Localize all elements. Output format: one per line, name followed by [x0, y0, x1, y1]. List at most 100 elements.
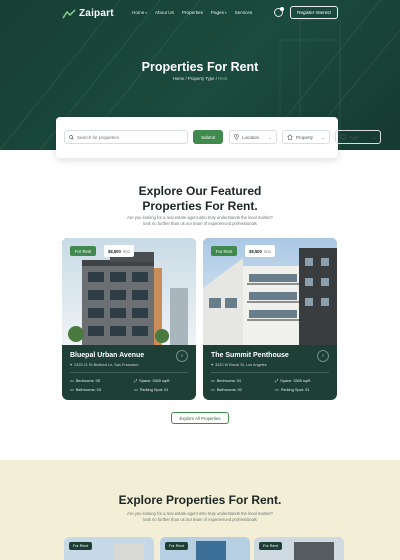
house-logo-icon	[62, 8, 76, 18]
property-card[interactable]: For Rent $8,500 /mo Bluepal Urban Avenue…	[62, 238, 196, 400]
status-badge: For Rent	[69, 542, 92, 550]
nav-label: About Us	[155, 10, 174, 15]
bathrooms-text: Bathrooms: 02	[216, 387, 242, 392]
price-badge: $8,500 /mo	[245, 245, 275, 257]
location-select[interactable]: Location ⌄	[229, 130, 277, 144]
property-name[interactable]: The Summit Penthouse	[211, 352, 289, 359]
chevron-down-icon: ⌄	[321, 134, 325, 140]
chevron-down-icon: ▾	[145, 10, 148, 15]
chevron-down-icon: ▾	[224, 10, 227, 15]
type-label: Type	[349, 134, 359, 140]
breadcrumb-separator: /	[215, 76, 217, 81]
register-interest-button[interactable]: Register Interest	[290, 6, 338, 19]
submit-button[interactable]: Submit	[193, 130, 223, 144]
type-select[interactable]: Type ⌄	[335, 130, 381, 144]
rent-desc-line2: look no further than us our team of expe…	[143, 517, 257, 522]
nav-label: Pages	[210, 10, 224, 15]
main-nav: Home ▾ About Us Properties Pages ▾ Service…	[132, 10, 252, 15]
rent-description: Are you looking for a real estate agent …	[0, 511, 400, 523]
area-icon: ⤢	[275, 378, 279, 383]
bathrooms-text: Bathrooms: 03	[75, 387, 101, 392]
page-title: Properties For Rent	[141, 60, 259, 74]
property-card[interactable]: For Rent $8,500 /mo The Summit Penthouse…	[203, 238, 337, 400]
explore-all-button[interactable]: Explore All Properties	[171, 412, 229, 424]
chevron-down-icon: ⌄	[372, 134, 376, 140]
property-name[interactable]: Bluepal Urban Avenue	[70, 352, 144, 359]
breadcrumb-home[interactable]: Home	[173, 76, 184, 81]
bedrooms-text: Bedrooms: 04	[216, 378, 241, 383]
featured-desc-line2: look no further than us our team of expe…	[143, 221, 257, 226]
chevron-down-icon: ⌄	[268, 134, 272, 140]
search-bar: Search for properties Submit Location ⌄ …	[56, 117, 381, 158]
price-badge: $8,500 /mo	[104, 245, 134, 257]
bath-icon: ▭	[70, 387, 74, 392]
property-address: ⌖ 3310 W Brook St, Los Angeles	[211, 363, 267, 367]
space-spec: ⤢ Space: 3300 sq/ft	[275, 378, 310, 383]
breadcrumb-property-type[interactable]: Property Type	[188, 76, 215, 81]
nav-item-services[interactable]: Services	[235, 10, 253, 15]
home-icon	[287, 134, 293, 140]
location-label: Location	[242, 134, 260, 140]
arrow-right-icon[interactable]: ›	[317, 350, 329, 362]
car-icon: ▭	[275, 387, 279, 392]
cart-badge	[280, 7, 284, 11]
property-card[interactable]: For Rent	[160, 537, 250, 560]
bath-icon: ▭	[211, 387, 215, 392]
price-value: $8,500	[249, 248, 262, 254]
nav-label: Properties	[181, 10, 203, 15]
nav-item-home[interactable]: Home ▾	[132, 10, 147, 15]
featured-heading: Explore Our Featured Properties For Rent…	[0, 184, 400, 214]
featured-description: Are you looking for a real estate agent …	[0, 215, 400, 227]
nav-label: Home	[132, 10, 145, 15]
parking-text: Parking Spot: 01	[280, 387, 310, 392]
nav-item-properties[interactable]: Properties	[182, 10, 203, 15]
nav-label: Services	[234, 10, 253, 15]
car-icon: ▭	[134, 387, 138, 392]
area-icon: ⤢	[134, 378, 138, 383]
status-badge: For Rent	[165, 542, 188, 550]
bedrooms-spec: ▭ Bedrooms: 05	[70, 378, 100, 383]
search-input[interactable]: Search for properties	[64, 130, 188, 144]
search-placeholder: Search for properties	[77, 134, 120, 140]
status-badge: For Rent	[211, 246, 238, 256]
space-spec: ⤢ Space: 3300 sq/ft	[134, 378, 169, 383]
nav-item-pages[interactable]: Pages ▾	[211, 10, 227, 15]
arrow-right-icon[interactable]: ›	[176, 350, 188, 362]
cart-icon[interactable]	[274, 7, 284, 17]
bedrooms-text: Bedrooms: 05	[75, 378, 100, 383]
price-period: /mo	[263, 248, 271, 254]
property-address: ⌖ 2325 21 St Bedford Ln, San Francisco	[70, 363, 139, 367]
bed-icon: ▭	[70, 378, 74, 383]
parking-text: Parking Spot: 01	[139, 387, 169, 392]
property-card[interactable]: For Rent	[64, 537, 154, 560]
price-period: /mo	[122, 248, 130, 254]
breadcrumb: Home / Property Type / Rent	[0, 76, 400, 81]
bathrooms-spec: ▭ Bathrooms: 02	[211, 387, 242, 392]
property-select[interactable]: Property ⌄	[282, 130, 330, 144]
price-value: $8,500	[108, 248, 121, 254]
parking-spec: ▭ Parking Spot: 01	[275, 387, 309, 392]
divider	[211, 372, 329, 373]
location-pin-icon	[234, 134, 239, 140]
logo[interactable]: Zaipart	[62, 8, 114, 19]
monitor-icon	[340, 134, 346, 140]
address-text: 3310 W Brook St, Los Angeles	[215, 363, 267, 367]
address-text: 2325 21 St Bedford Ln, San Francisco	[74, 363, 139, 367]
location-pin-icon: ⌖	[211, 363, 214, 367]
breadcrumb-current: Rent	[218, 76, 228, 81]
space-text: Space: 3300 sq/ft	[280, 378, 311, 383]
status-badge: For Rent	[259, 542, 282, 550]
space-text: Space: 3300 sq/ft	[139, 378, 170, 383]
status-badge: For Rent	[70, 246, 97, 256]
location-pin-icon: ⌖	[70, 363, 73, 367]
breadcrumb-separator: /	[185, 76, 187, 81]
divider	[70, 372, 188, 373]
property-label: Property	[296, 134, 314, 140]
bed-icon: ▭	[211, 378, 215, 383]
brand-name: Zaipart	[79, 8, 114, 19]
rent-heading: Explore Properties For Rent.	[118, 493, 282, 507]
bathrooms-spec: ▭ Bathrooms: 03	[70, 387, 101, 392]
property-card[interactable]: For Rent	[254, 537, 344, 560]
nav-item-about[interactable]: About Us	[155, 10, 174, 15]
parking-spec: ▭ Parking Spot: 01	[134, 387, 168, 392]
